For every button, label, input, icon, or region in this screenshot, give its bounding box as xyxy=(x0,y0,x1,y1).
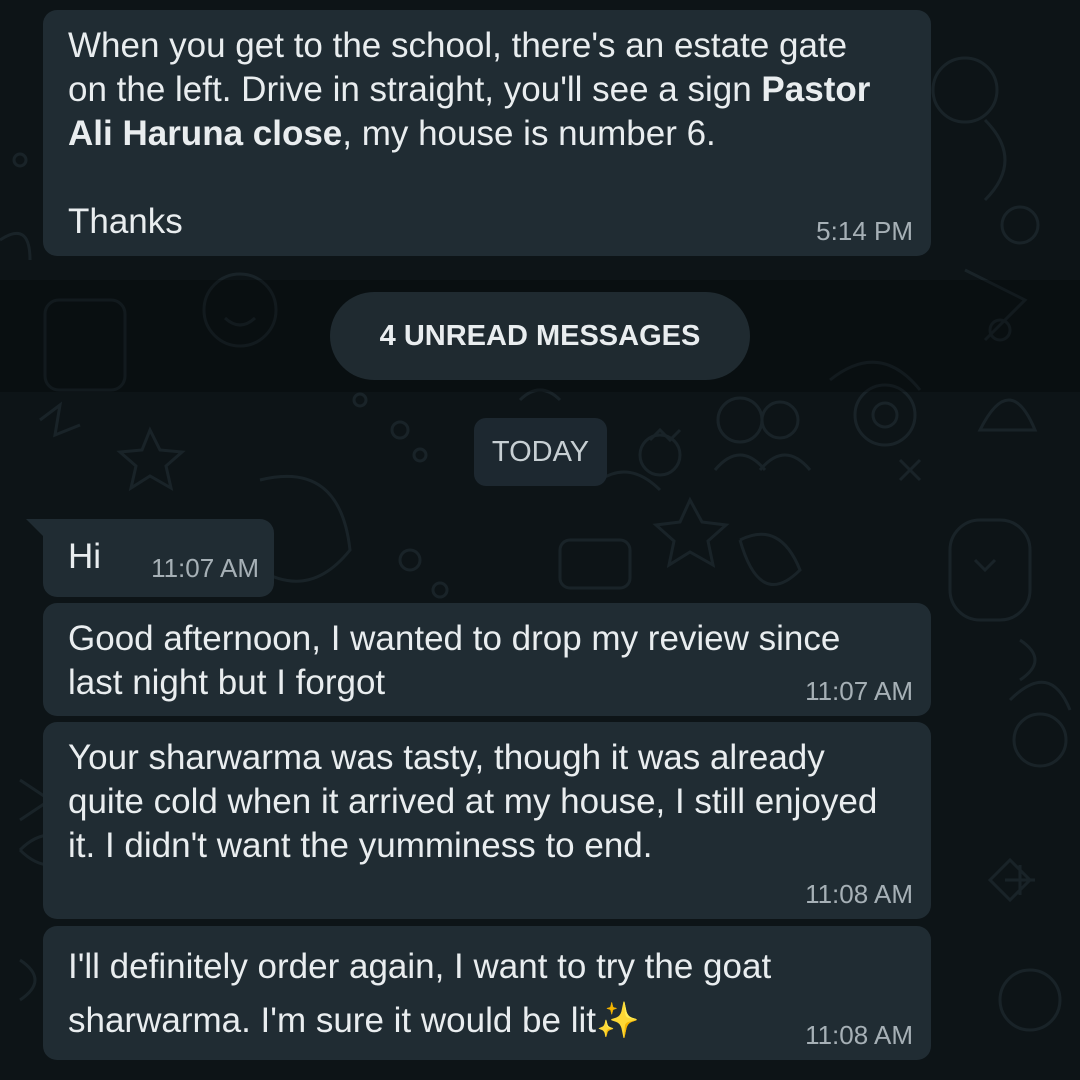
message-timestamp: 11:07 AM xyxy=(805,676,913,706)
message-text: I'll definitely order again, I want to t… xyxy=(68,947,772,1040)
message-timestamp: 11:08 AM xyxy=(805,1020,913,1050)
message-bubble[interactable]: Your sharwarma was tasty, though it was … xyxy=(43,722,931,919)
message-line: on the left. Drive in straight, you'll s… xyxy=(68,70,762,109)
message-timestamp: 5:14 PM xyxy=(816,216,913,246)
chat-view: When you get to the school, there's an e… xyxy=(0,0,1080,1080)
date-separator: TODAY xyxy=(474,418,607,486)
message-bubble[interactable]: Good afternoon, I wanted to drop my revi… xyxy=(43,603,931,716)
message-bold-text: Pastor xyxy=(761,70,871,109)
message-text: When you get to the school, there's an e… xyxy=(68,24,905,244)
message-bubble[interactable]: I'll definitely order again, I want to t… xyxy=(43,926,931,1060)
message-line: When you get to the school, there's an e… xyxy=(68,26,848,65)
message-timestamp: 11:07 AM xyxy=(151,553,259,583)
message-line: , my house is number 6. xyxy=(342,114,716,153)
message-line: Thanks xyxy=(68,202,183,241)
unread-messages-badge: 4 UNREAD MESSAGES xyxy=(330,292,750,380)
message-bold-text: Ali Haruna close xyxy=(68,114,343,153)
message-text: Your sharwarma was tasty, though it was … xyxy=(68,738,878,865)
message-timestamp: 11:08 AM xyxy=(805,879,913,909)
message-bubble[interactable]: When you get to the school, there's an e… xyxy=(43,10,931,256)
message-text: Good afternoon, I wanted to drop my revi… xyxy=(68,619,841,702)
message-bubble[interactable]: Hi 11:07 AM xyxy=(43,519,274,597)
